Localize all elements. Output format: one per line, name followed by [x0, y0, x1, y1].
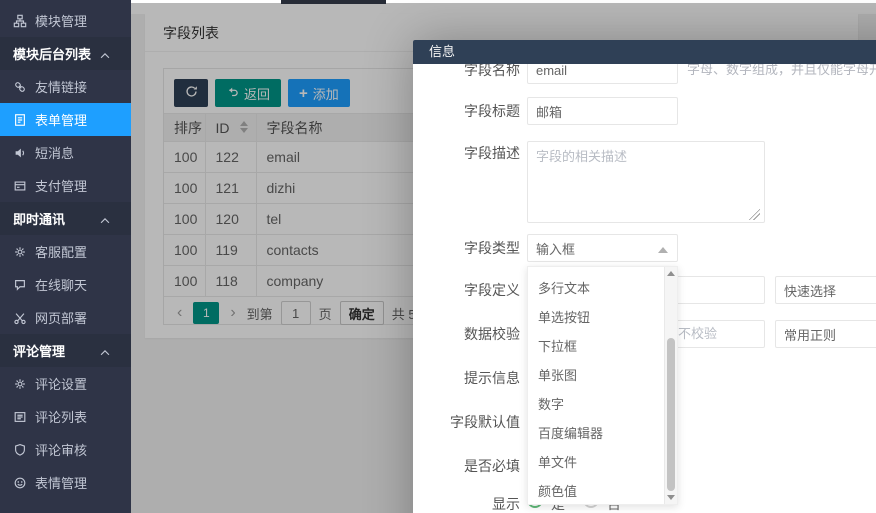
sidebar-item-label: 友情链接	[35, 80, 88, 95]
sidebar-item-comment-list[interactable]: 评论列表	[0, 400, 131, 433]
sidebar-item-label: 评论审核	[35, 443, 88, 458]
sidebar-item-emoji-manage[interactable]: 表情管理	[0, 466, 131, 499]
smiley-icon	[13, 476, 27, 490]
sidebar-item-short-message[interactable]: 短消息	[0, 136, 131, 169]
top-white-strip	[131, 0, 876, 3]
option-radio-button[interactable]: 单选按钮	[528, 303, 677, 332]
gear-icon	[13, 245, 27, 259]
sidebar-section-module-backend[interactable]: 模块后台列表	[0, 37, 131, 70]
sidebar-item-label: 模块管理	[35, 14, 88, 29]
options-list: 输入框 多行文本 单选按钮 下拉框 单张图 数字 百度编辑器 单文件 颜色值	[528, 267, 677, 504]
sidebar-item-label: 评论列表	[35, 410, 88, 425]
active-tab-indicator	[281, 0, 386, 4]
chevron-up-icon	[98, 49, 112, 63]
scrollbar-thumb[interactable]	[667, 338, 675, 491]
sidebar-item-label: 在线聊天	[35, 278, 88, 293]
sidebar-item-comment-settings[interactable]: 评论设置	[0, 367, 131, 400]
sidebar-item-label: 客服配置	[35, 245, 88, 260]
regex-select-value: 常用正则	[784, 327, 837, 343]
sidebar-section-label: 评论管理	[13, 344, 66, 359]
sidebar-item-form-manage[interactable]: 表单管理	[0, 103, 131, 136]
sidebar-section-comment-manage[interactable]: 评论管理	[0, 334, 131, 367]
app-root: 模块管理 模块后台列表 友情链接 表单管理 短消息 支付管理 即时通讯 客服配置…	[0, 0, 876, 513]
option-single-image[interactable]: 单张图	[528, 361, 677, 390]
field-desc-label: 字段描述	[464, 145, 520, 161]
link-icon	[13, 80, 27, 94]
sidebar-item-online-chat[interactable]: 在线聊天	[0, 268, 131, 301]
chevron-up-icon	[98, 214, 112, 228]
sidebar-item-label: 短消息	[35, 146, 75, 161]
scroll-down-arrow[interactable]	[665, 490, 677, 504]
sitemap-icon	[13, 14, 27, 28]
form-icon	[13, 113, 27, 127]
sidebar-item-payment-manage[interactable]: 支付管理	[0, 169, 131, 202]
sidebar-item-module-manage[interactable]: 模块管理	[0, 4, 131, 37]
default-value-label: 字段默认值	[450, 414, 520, 430]
shield-icon	[13, 443, 27, 457]
modal-body: 字段名称 字母、数字组成，并且仅能字母开头 字段标题 字段描述 字段类型 输入框…	[413, 64, 876, 513]
option-single-file[interactable]: 单文件	[528, 448, 677, 477]
sidebar-section-instant-messaging[interactable]: 即时通讯	[0, 202, 131, 235]
dropdown-scrollbar	[664, 267, 677, 504]
option-number[interactable]: 数字	[528, 390, 677, 419]
field-name-input[interactable]	[527, 64, 678, 84]
modal-title-bar[interactable]: 信息	[413, 40, 876, 64]
info-modal: 信息 字段名称 字母、数字组成，并且仅能字母开头 字段标题 字段描述 字段类型 …	[413, 40, 876, 513]
option-select-box[interactable]: 下拉框	[528, 332, 677, 361]
field-type-value: 输入框	[536, 241, 576, 257]
chevron-up-icon	[98, 346, 112, 360]
field-define-label: 字段定义	[464, 282, 520, 298]
field-title-input[interactable]	[527, 97, 678, 125]
field-desc-textarea[interactable]	[527, 141, 765, 223]
option-baidu-editor[interactable]: 百度编辑器	[528, 419, 677, 448]
sidebar-item-comment-review[interactable]: 评论审核	[0, 433, 131, 466]
sidebar-section-label: 模块后台列表	[13, 47, 92, 62]
sidebar-item-label: 评论设置	[35, 377, 88, 392]
tip-label: 提示信息	[464, 370, 520, 386]
regex-select-dropdown[interactable]: 常用正则	[775, 320, 876, 348]
sidebar-item-friend-links[interactable]: 友情链接	[0, 70, 131, 103]
card-icon	[13, 179, 27, 193]
quick-select-value: 快速选择	[784, 283, 837, 299]
display-label: 显示	[492, 496, 520, 512]
validate-placeholder: 不校验	[678, 326, 718, 341]
list-icon	[13, 410, 27, 424]
option-multiline-text[interactable]: 多行文本	[528, 274, 677, 303]
sidebar: 模块管理 模块后台列表 友情链接 表单管理 短消息 支付管理 即时通讯 客服配置…	[0, 0, 131, 513]
scroll-up-arrow[interactable]	[665, 267, 677, 281]
data-validate-label: 数据校验	[464, 326, 520, 342]
field-type-label: 字段类型	[464, 240, 520, 256]
sidebar-item-label: 网页部署	[35, 311, 88, 326]
sidebar-item-label: 表情管理	[35, 476, 88, 491]
chat-icon	[13, 278, 27, 292]
sidebar-item-label: 支付管理	[35, 179, 88, 194]
sidebar-section-label: 即时通讯	[13, 212, 66, 227]
field-name-hint: 字母、数字组成，并且仅能字母开头	[687, 64, 876, 77]
speaker-icon	[13, 146, 27, 160]
sidebar-item-web-deploy[interactable]: 网页部署	[0, 301, 131, 334]
scissors-icon	[13, 311, 27, 325]
option-input-box[interactable]: 输入框	[528, 267, 677, 274]
caret-up-icon	[658, 247, 668, 253]
field-title-label: 字段标题	[464, 103, 520, 119]
option-color-value[interactable]: 颜色值	[528, 477, 677, 504]
field-type-options-panel: 输入框 多行文本 单选按钮 下拉框 单张图 数字 百度编辑器 单文件 颜色值	[527, 266, 678, 505]
sidebar-item-service-config[interactable]: 客服配置	[0, 235, 131, 268]
sidebar-item-label: 表单管理	[35, 113, 88, 128]
required-label: 是否必填	[464, 458, 520, 474]
field-type-select[interactable]: 输入框	[527, 234, 678, 262]
quick-select-dropdown[interactable]: 快速选择	[775, 276, 876, 304]
gear-icon	[13, 377, 27, 391]
field-name-label: 字段名称	[464, 64, 520, 78]
